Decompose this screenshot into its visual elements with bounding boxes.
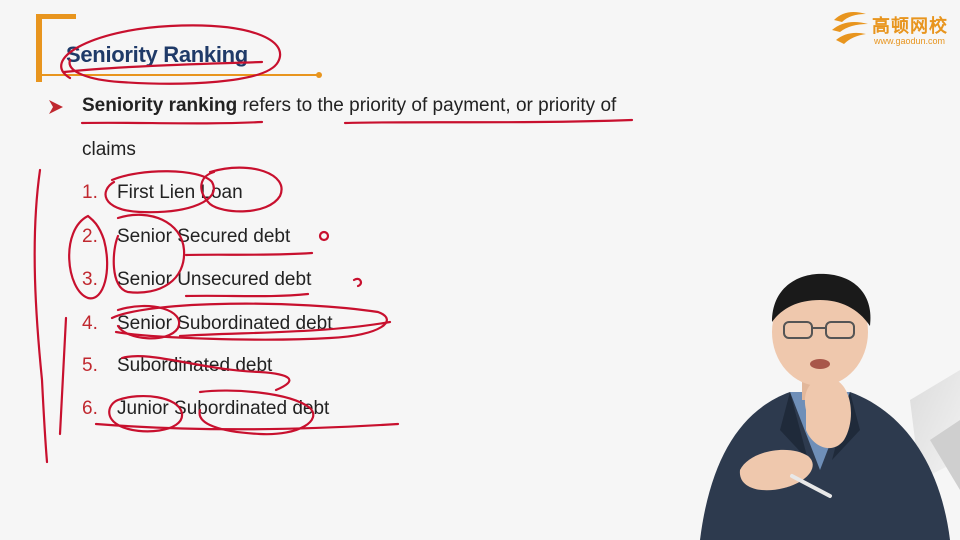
item-number: 2.: [82, 226, 98, 247]
title-bracket-horizontal: [36, 14, 76, 19]
slide: Seniority Ranking 高顿网校 www.gaodun.com Se…: [0, 0, 960, 540]
bullet-continuation: claims: [82, 139, 136, 160]
list-item: 2. Senior Secured debt: [82, 226, 290, 248]
annotation-underline-item-6: [94, 422, 400, 431]
item-text: Senior Unsecured debt: [117, 269, 312, 290]
bullet-term: Seniority ranking: [82, 95, 238, 116]
list-item: 5. Subordinated debt: [82, 355, 272, 377]
list-item: 4. Senior Subordinated debt: [82, 313, 333, 335]
gaodun-logo: 高顿网校 www.gaodun.com: [828, 6, 956, 50]
annotation-underline-secured: [184, 251, 314, 257]
item-number: 6.: [82, 398, 98, 419]
title-bracket-vertical: [36, 14, 42, 82]
annotation-left-bracket: [33, 168, 49, 464]
list-item: 1. First Lien Loan: [82, 182, 243, 204]
annotation-underline-unsecured: [184, 292, 310, 298]
item-text: Junior Subordinated debt: [117, 398, 330, 419]
bullet-text: Seniority ranking refers to the priority…: [82, 95, 616, 117]
annotation-underline-term: [80, 120, 264, 125]
list-item: 6. Junior Subordinated debt: [82, 398, 329, 420]
list-item: 3. Senior Unsecured debt: [82, 269, 311, 291]
annotation-bracket-items-4-6: [58, 316, 68, 436]
title-rule-dot: [316, 72, 322, 78]
presenter-video: [700, 273, 960, 540]
item-number: 4.: [82, 313, 98, 334]
item-number: 3.: [82, 269, 98, 290]
item-text: Subordinated debt: [117, 355, 273, 376]
annotation-underline-priority: [343, 118, 634, 125]
logo-url: www.gaodun.com: [874, 36, 946, 46]
bullet-arrow-icon: [49, 100, 63, 114]
item-text: Senior Subordinated debt: [117, 313, 333, 334]
item-text: First Lien Loan: [117, 182, 243, 203]
logo-name: 高顿网校: [872, 16, 948, 36]
item-text: Senior Secured debt: [117, 226, 291, 247]
slide-title: Seniority Ranking: [66, 42, 248, 67]
logo-swirl-icon: [832, 12, 868, 44]
bullet-rest: refers to the priority of payment, or pr…: [237, 95, 617, 116]
annotation-dot-secured: [318, 230, 330, 242]
item-number: 5.: [82, 355, 98, 376]
annotation-mark-unsecured: [352, 277, 363, 288]
title-underline-rule: [42, 74, 320, 76]
item-number: 1.: [82, 182, 98, 203]
